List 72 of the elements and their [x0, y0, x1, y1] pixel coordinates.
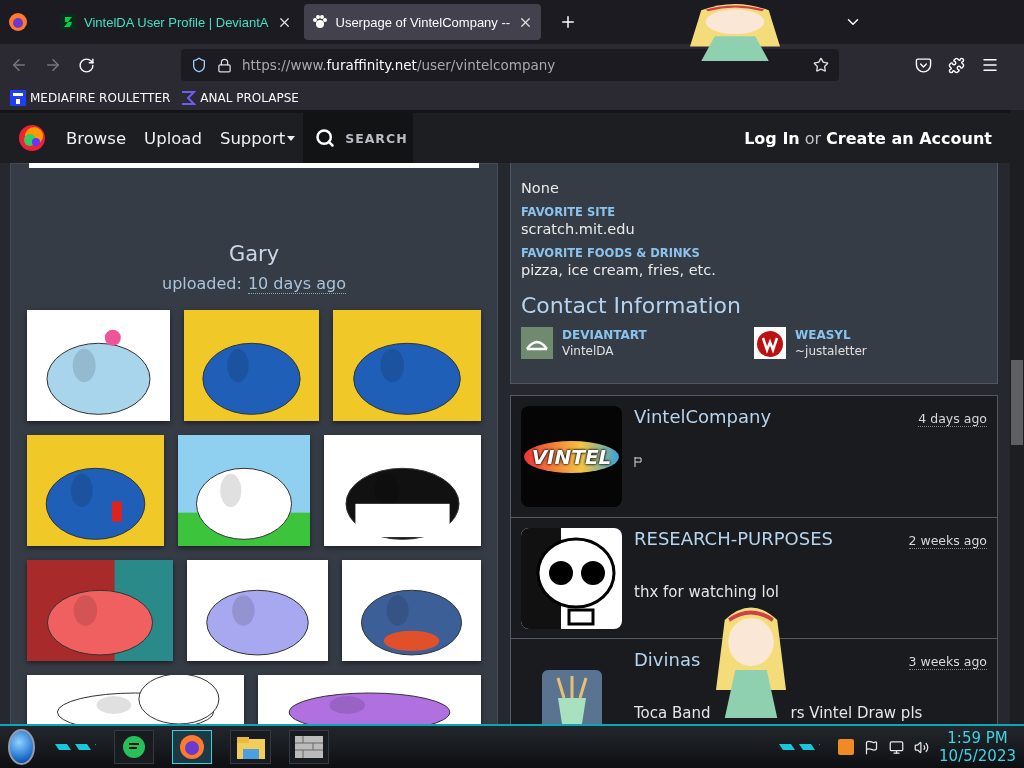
contact-site[interactable]: WEASYL: [795, 328, 867, 342]
volume-icon[interactable]: [914, 739, 930, 755]
watch-time: 3 weeks ago: [908, 654, 987, 670]
contact-site[interactable]: DEVIANTART: [562, 328, 647, 342]
decor-drawing: [777, 742, 821, 752]
decor-drawing: [52, 742, 96, 752]
start-button[interactable]: [8, 729, 35, 765]
watch-time: 2 weeks ago: [908, 533, 987, 549]
taskbar-app[interactable]: [113, 730, 154, 764]
extensions-icon[interactable]: [948, 56, 965, 74]
field-label: FAVORITE SITE: [521, 205, 617, 219]
paw-icon: [311, 14, 328, 30]
search-icon: [315, 128, 336, 148]
brick-wall-icon: [295, 736, 324, 758]
uploaded-label: uploaded:: [162, 274, 242, 294]
login-link[interactable]: Log In: [744, 128, 800, 148]
taskbar-app[interactable]: [230, 730, 271, 764]
firefox-icon: [179, 734, 206, 760]
bookmark-star-icon[interactable]: [813, 57, 829, 73]
menu-icon[interactable]: [981, 56, 999, 74]
reload-icon[interactable]: [78, 56, 95, 74]
url-field[interactable]: https://www.furaffinity.net/user/vintelcompany: [181, 49, 839, 81]
pocket-icon[interactable]: [915, 56, 932, 74]
network-icon[interactable]: [889, 739, 905, 755]
comment-text: Toca Band: [634, 704, 711, 722]
clock[interactable]: 1:59 PM 10/5/2023: [939, 729, 1016, 765]
taskbar-app[interactable]: [172, 730, 213, 764]
bookmark-item[interactable]: ANAL PROLAPSE: [180, 90, 299, 106]
field-label: FAVORITE FOODS & DRINKS: [521, 246, 701, 260]
browser-tab[interactable]: VintelDA User Profile | DeviantA: [52, 4, 300, 40]
back-icon[interactable]: [10, 56, 28, 74]
field-value: scratch.mit.edu: [521, 221, 636, 237]
avatar[interactable]: [521, 528, 622, 629]
contact-handle: VintelDA: [562, 344, 615, 358]
sigma-icon: [180, 90, 197, 106]
watcher-name[interactable]: VintelCompany: [634, 406, 772, 427]
section-title: Contact Information: [521, 293, 742, 318]
taskbar-app[interactable]: [288, 730, 330, 764]
scrollbar[interactable]: [1010, 110, 1024, 724]
bookmark-icon: [10, 90, 26, 106]
comment-text: rs Vintel Draw pls: [790, 704, 923, 722]
submission-title: Gary: [228, 242, 280, 266]
comment-text: thx for watching lol: [634, 583, 779, 601]
browser-tab[interactable]: Userpage of VintelCompany --: [303, 4, 542, 40]
weasyl-icon[interactable]: [754, 327, 786, 359]
bookmark-label: MEDIAFIRE ROULETTER: [30, 91, 171, 105]
lock-icon: [217, 57, 232, 73]
firefox-icon[interactable]: [8, 12, 28, 32]
search-field[interactable]: SEARCH: [303, 113, 414, 163]
nav-link[interactable]: Upload: [144, 128, 202, 148]
tab-site-icon: [60, 14, 76, 30]
contact-handle: ~justaletter: [795, 344, 867, 358]
field-value: None: [521, 180, 560, 196]
separator-text: or: [804, 128, 822, 148]
watcher-name[interactable]: RESEARCH-PURPOSES: [634, 528, 833, 549]
site-logo[interactable]: [16, 122, 48, 154]
shield-icon: [191, 57, 207, 73]
chat-icon: [121, 735, 146, 759]
watcher-name[interactable]: Divinas: [634, 649, 701, 670]
folder-icon: [236, 735, 265, 759]
bookmark-label: ANAL PROLAPSE: [200, 91, 299, 105]
create-account-link[interactable]: Create an Account: [826, 128, 992, 148]
deviantart-icon[interactable]: [521, 327, 553, 359]
bookmark-item[interactable]: MEDIAFIRE ROULETTER: [10, 90, 171, 106]
brush-cup-icon: [541, 669, 602, 724]
nav-link[interactable]: Support: [219, 128, 296, 148]
watch-time: 4 days ago: [918, 411, 987, 427]
upload-time: 10 days ago: [247, 274, 346, 294]
nav-link[interactable]: Browse: [66, 128, 127, 148]
app-tray-icon[interactable]: [838, 739, 855, 755]
field-value: pizza, ice cream, fries, etc.: [521, 262, 717, 278]
forward-icon[interactable]: [44, 56, 62, 74]
